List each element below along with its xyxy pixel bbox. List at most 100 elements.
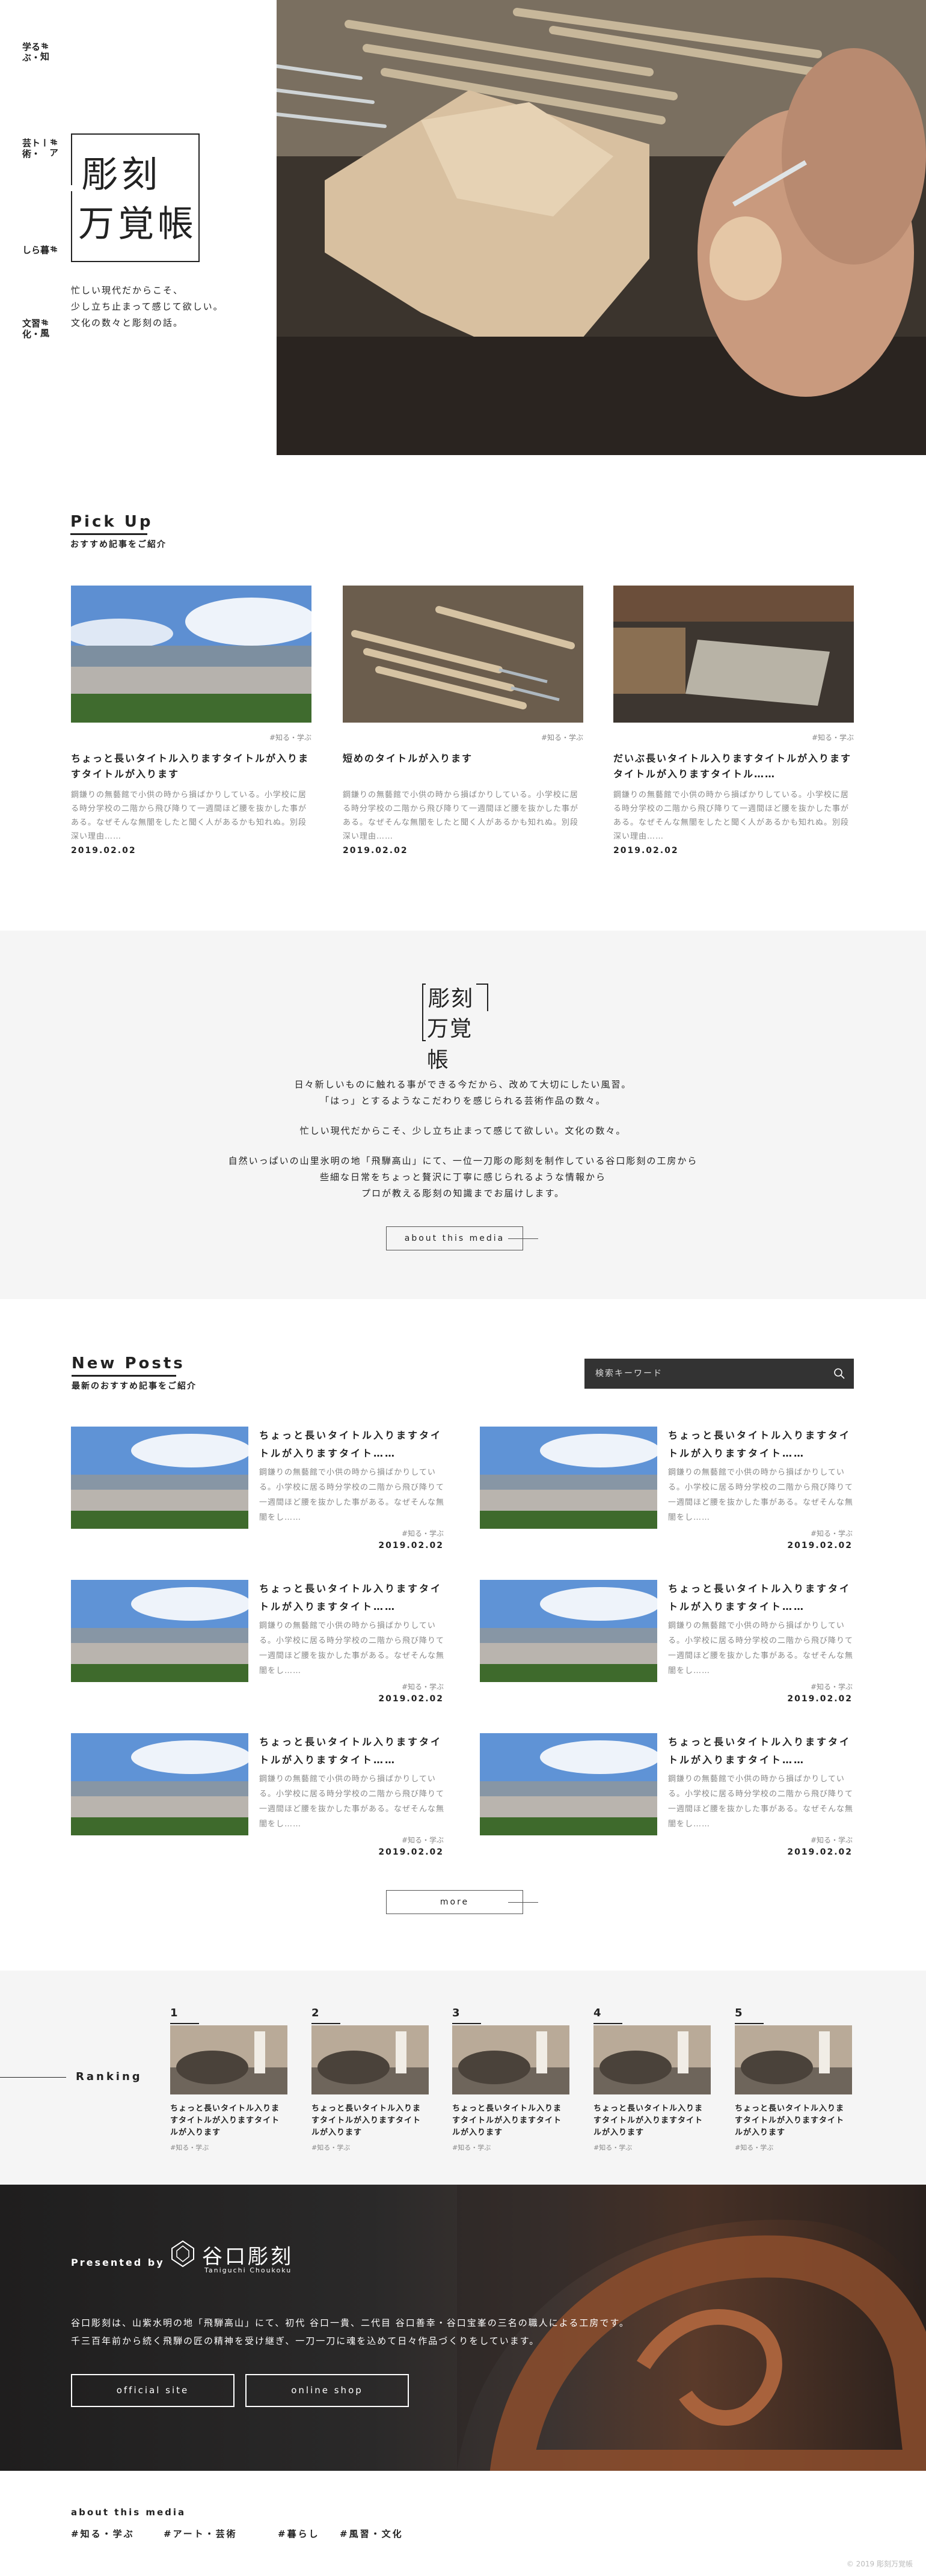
footer-label: about this media: [71, 2507, 186, 2518]
post-tag[interactable]: #知る・学ぶ: [811, 1835, 853, 1845]
newposts-title: New Posts: [72, 1354, 185, 1372]
search-icon[interactable]: [833, 1368, 845, 1380]
post-description: 鋼鎌りの無藝館で小供の時から損ばかりしている。小学校に居る時分学校の二階から飛び…: [668, 1775, 854, 1829]
ranking-item[interactable]: 1 ちょっと長いタイトル入りますタイトルが入りますタイトルが入ります #知る・学…: [170, 2007, 287, 2152]
pickup-title: Pick Up: [70, 513, 153, 531]
pickup-card[interactable]: #知る・学ぶ 短めのタイトルが入ります 鋼鎌りの無藝館で小供の時から損ばかりして…: [343, 586, 583, 855]
search-input[interactable]: [595, 1359, 818, 1389]
rank-tag[interactable]: #知る・学ぶ: [452, 2143, 569, 2152]
nav-link-learn[interactable]: #知る・学ぶ: [21, 42, 50, 64]
ranking-label: Ranking: [76, 2070, 143, 2083]
hero-tagline: 忙しい現代だからこそ、 少し立ち止まって感じて欲しい。 文化の数々と彫刻の話。: [71, 285, 224, 328]
post-description: 鋼鎌りの無藝館で小供の時から損ばかりしている。小学校に居る時分学校の二階から飛び…: [668, 1621, 854, 1675]
about-section: 彫刻 万覚帳 日々新しいものに触れる事ができる今だから、改めて大切にしたい風習。…: [0, 931, 926, 1299]
card-description: 鋼鎌りの無藝館で小供の時から損ばかりしている。小学校に居る時分学校の二階から飛び…: [71, 791, 307, 841]
nav-link-art[interactable]: #アート・芸術: [21, 138, 59, 160]
nav-link-life[interactable]: #暮らし: [21, 245, 59, 256]
post-title: ちょっと長いタイトル入りますタイトルが入りますタイト……: [259, 1583, 443, 1612]
rank-number: 5: [735, 2007, 743, 2019]
pickup-section: Pick Up おすすめ記事をご紹介 #知る・学ぶ ちょっと長いタイトル入ります…: [0, 455, 926, 931]
post-card[interactable]: ちょっと長いタイトル入りますタイトルが入りますタイト…… 鋼鎌りの無藝館で小供の…: [480, 1427, 853, 1550]
post-title: ちょっと長いタイトル入りますタイトルが入りますタイト……: [668, 1736, 851, 1766]
post-card[interactable]: ちょっと長いタイトル入りますタイトルが入りますタイト…… 鋼鎌りの無藝館で小供の…: [480, 1733, 854, 1857]
site-logo[interactable]: 彫刻 万覚帳: [70, 133, 200, 262]
post-description: 鋼鎌りの無藝館で小供の時から損ばかりしている。小学校に居る時分学校の二階から飛び…: [259, 1468, 445, 1522]
rank-workshop-photo: [593, 2025, 711, 2094]
ranking-item[interactable]: 3 ちょっと長いタイトル入りますタイトルが入りますタイトルが入ります #知る・学…: [452, 2007, 569, 2152]
ranking-item[interactable]: 5 ちょっと長いタイトル入りますタイトルが入りますタイトルが入ります #知る・学…: [735, 2007, 852, 2152]
ranking-label-line: [0, 2077, 66, 2078]
rank-title: ちょっと長いタイトル入りますタイトルが入りますタイトルが入ります: [311, 2104, 422, 2137]
newposts-title-underline: [72, 1375, 176, 1377]
pickup-title-underline: [70, 533, 147, 535]
post-date: 2019.02.02: [378, 1694, 444, 1704]
rank-tag[interactable]: #知る・学ぶ: [593, 2143, 711, 2152]
official-site-button[interactable]: official site: [71, 2374, 235, 2407]
pickup-card[interactable]: #知る・学ぶ ちょっと長いタイトル入りますタイトルが入りますタイトルが入ります …: [71, 586, 311, 855]
rank-number: 1: [170, 2007, 178, 2019]
card-tag[interactable]: #知る・学ぶ: [613, 732, 854, 742]
rank-tag[interactable]: #知る・学ぶ: [735, 2143, 852, 2152]
post-title: ちょっと長いタイトル入りますタイトルが入りますタイト……: [259, 1430, 443, 1459]
post-tag[interactable]: #知る・学ぶ: [402, 1835, 444, 1845]
post-date: 2019.02.02: [787, 1694, 853, 1704]
footer: about this media #知る・学ぶ #アート・芸術 #暮らし #風習…: [0, 2471, 926, 2576]
button-arrow-line: [508, 1238, 538, 1239]
ranking-item[interactable]: 2 ちょっと長いタイトル入りますタイトルが入りますタイトルが入ります #知る・学…: [311, 2007, 429, 2152]
post-landscape-photo: [480, 1427, 657, 1529]
card-description: 鋼鎌りの無藝館で小供の時から損ばかりしている。小学校に居る時分学校の二階から飛び…: [613, 791, 850, 841]
post-tag[interactable]: #知る・学ぶ: [402, 1528, 444, 1538]
rank-number: 4: [593, 2007, 601, 2019]
post-title: ちょっと長いタイトル入りますタイトルが入りますタイト……: [668, 1583, 851, 1612]
post-description: 鋼鎌りの無藝館で小供の時から損ばかりしている。小学校に居る時分学校の二階から飛び…: [259, 1775, 445, 1829]
rank-tag[interactable]: #知る・学ぶ: [311, 2143, 429, 2152]
footer-link-learn[interactable]: #知る・学ぶ: [71, 2527, 135, 2540]
rank-title: ちょっと長いタイトル入りますタイトルが入りますタイトルが入ります: [452, 2104, 562, 2137]
card-title: 短めのタイトルが入ります: [343, 753, 473, 764]
post-landscape-photo: [71, 1580, 248, 1682]
post-card[interactable]: ちょっと長いタイトル入りますタイトルが入りますタイト…… 鋼鎌りの無藝館で小供の…: [71, 1580, 445, 1704]
post-card[interactable]: ちょっと長いタイトル入りますタイトルが入りますタイト…… 鋼鎌りの無藝館で小供の…: [71, 1733, 445, 1857]
copyright: © 2019 彫刻万覚帳: [846, 2560, 913, 2568]
footer-link-culture[interactable]: #風習・文化: [340, 2527, 403, 2540]
post-title: ちょっと長いタイトル入りますタイトルが入りますタイト……: [259, 1736, 443, 1766]
rank-tag[interactable]: #知る・学ぶ: [170, 2143, 287, 2152]
hero-carving-photo: [277, 0, 926, 455]
presented-by-section: Presented by 谷口彫刻 Taniguchi Choukoku 谷口彫…: [0, 2185, 926, 2471]
about-paragraph-3: 自然いっぱいの山里氷明の地「飛騨高山」にて、一位一刀彫の彫刻を制作している谷口彫…: [228, 1155, 698, 1199]
brand-name: 谷口彫刻: [202, 2245, 293, 2269]
post-description: 鋼鎌りの無藝館で小供の時から損ばかりしている。小学校に居る時分学校の二階から飛び…: [259, 1621, 445, 1675]
brand-crest-icon: [170, 2239, 197, 2269]
card-date: 2019.02.02: [613, 846, 679, 855]
logo-line2: 万覚帳: [78, 203, 197, 245]
brand-romaji: Taniguchi Choukoku: [204, 2266, 292, 2274]
footer-link-art[interactable]: #アート・芸術: [164, 2527, 238, 2540]
card-title: だいぶ長いタイトル入りますタイトルが入りますタイトルが入りますタイトル……: [613, 753, 852, 780]
presented-body: 谷口彫刻は、山紫水明の地「飛騨高山」にて、初代 谷口一貴、二代目 谷口善幸・谷口…: [71, 2317, 630, 2346]
logo-line1: 彫刻: [82, 145, 165, 198]
post-date: 2019.02.02: [378, 1541, 444, 1550]
post-date: 2019.02.02: [787, 1847, 853, 1857]
post-date: 2019.02.02: [378, 1847, 444, 1857]
post-tag[interactable]: #知る・学ぶ: [811, 1528, 853, 1538]
rank-workshop-photo: [452, 2025, 569, 2094]
more-button[interactable]: more: [386, 1890, 523, 1914]
post-tag[interactable]: #知る・学ぶ: [811, 1681, 853, 1692]
search-box[interactable]: [584, 1359, 854, 1389]
card-date: 2019.02.02: [343, 846, 408, 855]
card-tag[interactable]: #知る・学ぶ: [71, 732, 311, 742]
newposts-subtitle: 最新のおすすめ記事をご紹介: [72, 1381, 197, 1391]
online-shop-button[interactable]: online shop: [245, 2374, 409, 2407]
ranking-item[interactable]: 4 ちょっと長いタイトル入りますタイトルが入りますタイトルが入ります #知る・学…: [593, 2007, 711, 2152]
about-this-media-button[interactable]: about this media: [386, 1226, 523, 1250]
card-description: 鋼鎌りの無藝館で小供の時から損ばかりしている。小学校に居る時分学校の二階から飛び…: [343, 791, 579, 841]
rank-number: 3: [452, 2007, 460, 2019]
post-card[interactable]: ちょっと長いタイトル入りますタイトルが入りますタイト…… 鋼鎌りの無藝館で小供の…: [71, 1427, 445, 1550]
button-arrow-line: [508, 1902, 538, 1903]
nav-link-culture[interactable]: #風習・文化: [21, 319, 50, 340]
post-tag[interactable]: #知る・学ぶ: [402, 1681, 444, 1692]
post-card[interactable]: ちょっと長いタイトル入りますタイトルが入りますタイト…… 鋼鎌りの無藝館で小供の…: [480, 1580, 854, 1704]
card-tag[interactable]: #知る・学ぶ: [343, 732, 583, 742]
pickup-card[interactable]: #知る・学ぶ だいぶ長いタイトル入りますタイトルが入りますタイトルが入りますタイ…: [613, 586, 854, 855]
footer-link-life[interactable]: #暮らし: [278, 2527, 320, 2540]
